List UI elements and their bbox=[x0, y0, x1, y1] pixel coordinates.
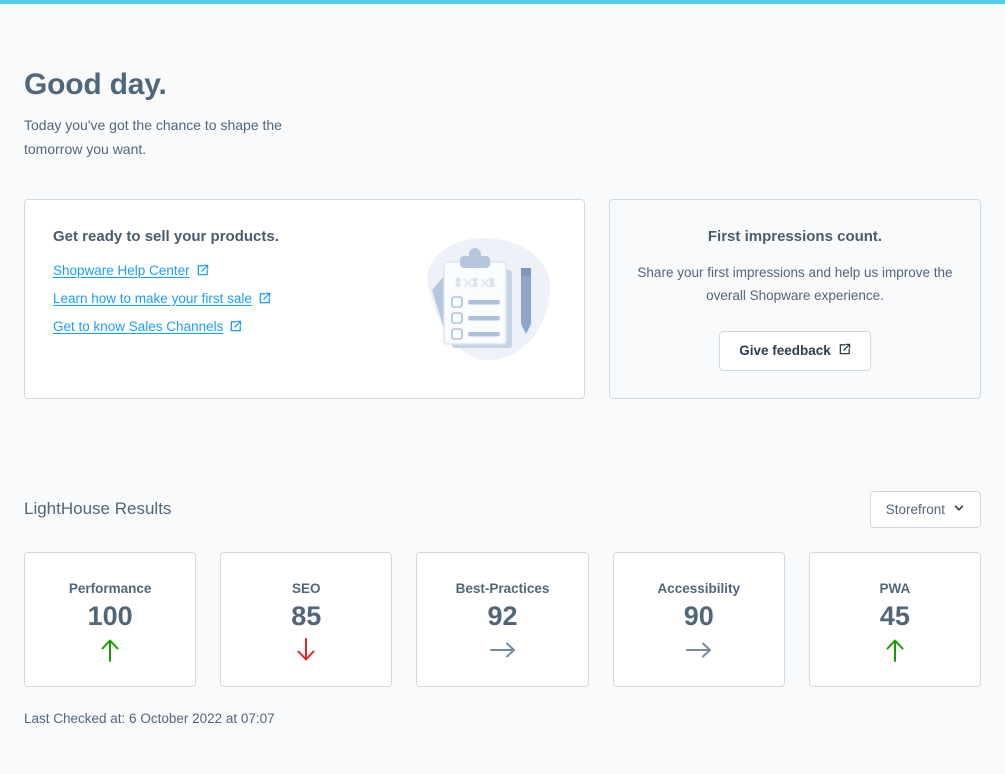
last-checked-text: Last Checked at: 6 October 2022 at 07:07 bbox=[24, 710, 275, 726]
score-value: 85 bbox=[291, 600, 322, 631]
link-label: Learn how to make your first sale bbox=[53, 290, 252, 306]
score-value: 92 bbox=[487, 600, 518, 631]
sales-channel-select[interactable]: Storefront bbox=[869, 490, 981, 528]
score-label: Performance bbox=[68, 580, 152, 596]
external-link-icon bbox=[838, 343, 851, 359]
sales-channel-value: Storefront bbox=[885, 501, 945, 517]
lighthouse-header: LightHouse Results Storefront bbox=[24, 490, 981, 528]
accent-top-bar bbox=[0, 0, 1005, 4]
arrow-up-icon bbox=[99, 635, 121, 665]
lighthouse-title: LightHouse Results bbox=[24, 499, 172, 518]
score-value: 100 bbox=[87, 600, 133, 631]
score-label: Best-Practices bbox=[455, 580, 550, 596]
intro-cards-row: Get ready to sell your products. Shopwar… bbox=[24, 198, 981, 399]
score-label: SEO bbox=[292, 580, 321, 596]
score-label: Accessibility bbox=[657, 580, 740, 596]
give-feedback-button[interactable]: Give feedback bbox=[719, 330, 871, 371]
score-card-performance[interactable]: Performance 100 bbox=[24, 551, 197, 687]
get-ready-heading: Get ready to sell your products. bbox=[53, 227, 279, 245]
get-ready-link-list: Shopware Help Center Learn how to make y… bbox=[53, 263, 556, 334]
link-sales-channels[interactable]: Get to know Sales Channels bbox=[53, 319, 242, 334]
greeting-subtitle: Today you've got the chance to shape the… bbox=[24, 116, 282, 158]
lighthouse-score-row: Performance 100 SEO 85 Best-Practices 92 bbox=[24, 551, 982, 687]
first-impressions-body: Share your first impressions and help us… bbox=[637, 264, 953, 303]
score-card-pwa[interactable]: PWA 45 bbox=[808, 551, 982, 687]
give-feedback-label: Give feedback bbox=[739, 343, 831, 359]
first-impressions-heading: First impressions count. bbox=[707, 227, 883, 245]
score-card-best-practices[interactable]: Best-Practices 92 bbox=[416, 551, 589, 687]
score-value: 45 bbox=[879, 600, 910, 631]
get-ready-card: Get ready to sell your products. Shopwar… bbox=[24, 198, 585, 399]
arrow-right-icon bbox=[489, 635, 517, 665]
arrow-up-icon bbox=[884, 635, 906, 665]
external-link-icon bbox=[258, 292, 271, 305]
score-label: PWA bbox=[879, 580, 911, 596]
first-impressions-card: First impressions count. Share your firs… bbox=[609, 198, 981, 399]
link-learn-first-sale[interactable]: Learn how to make your first sale bbox=[53, 291, 271, 306]
greeting-section: Good day. Today you've got the chance to… bbox=[24, 68, 981, 162]
score-value: 90 bbox=[683, 600, 714, 631]
link-label: Get to know Sales Channels bbox=[53, 318, 224, 334]
link-label: Shopware Help Center bbox=[53, 262, 190, 278]
score-card-seo[interactable]: SEO 85 bbox=[220, 551, 393, 687]
page-title: Good day. bbox=[24, 68, 167, 101]
score-card-accessibility[interactable]: Accessibility 90 bbox=[612, 551, 785, 687]
arrow-down-icon bbox=[295, 635, 317, 665]
link-shopware-help-center[interactable]: Shopware Help Center bbox=[53, 263, 209, 278]
external-link-icon bbox=[229, 320, 242, 333]
external-link-icon bbox=[196, 264, 209, 277]
dashboard-page: Good day. Today you've got the chance to… bbox=[0, 68, 1005, 726]
arrow-right-icon bbox=[685, 635, 713, 665]
chevron-down-icon bbox=[953, 502, 965, 517]
